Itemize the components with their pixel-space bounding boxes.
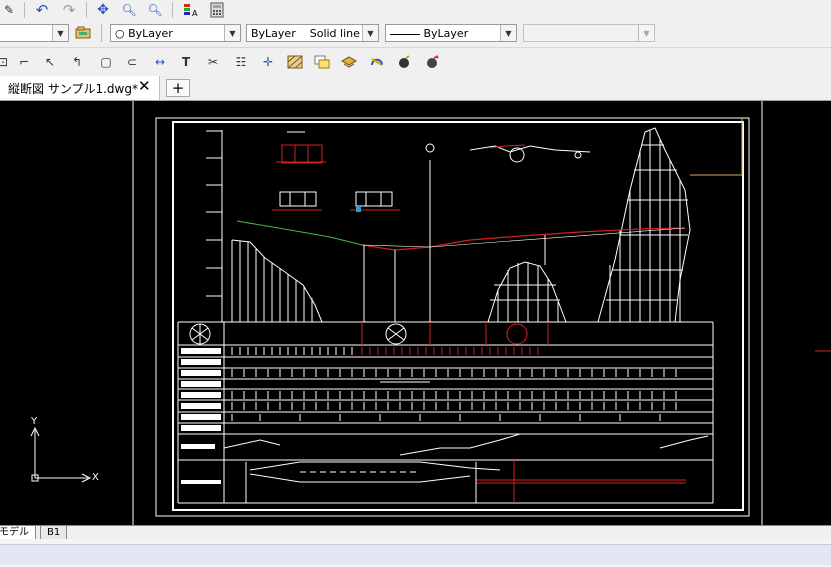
linetype-name-text: Solid line xyxy=(309,27,360,40)
dimension-icon[interactable]: ⊡ xyxy=(0,54,10,70)
chevron-down-icon[interactable]: ▼ xyxy=(500,25,516,41)
tab-model[interactable]: モデル xyxy=(0,526,36,540)
document-tab-label: 縦断図 サンプル1.dwg* xyxy=(8,82,138,96)
ucs-x-label: X xyxy=(92,472,99,483)
linetype-combo[interactable]: ByLayer Solid line ▼ xyxy=(246,24,379,42)
document-tab[interactable]: 縦断図 サンプル1.dwg* ✕ xyxy=(0,76,160,100)
chevron-down-icon[interactable]: ▼ xyxy=(362,25,378,41)
leader-icon[interactable]: ✂ xyxy=(205,54,221,70)
bomb-icon[interactable] xyxy=(396,54,412,70)
rotate-icon[interactable] xyxy=(368,54,386,70)
separator xyxy=(101,24,102,42)
properties-toolbar: ▼ ○ ByLayer ▼ ByLayer Solid line ▼ ByLay… xyxy=(0,20,831,48)
new-tab-button[interactable]: + xyxy=(166,79,190,97)
layout-tab-bar: モデル B1 xyxy=(0,525,831,540)
layer-icon[interactable] xyxy=(340,54,358,70)
chevron-down-icon: ▼ xyxy=(638,25,654,41)
color-combo-text: ByLayer xyxy=(128,27,173,40)
terrain-left xyxy=(231,239,323,323)
center-dim-icon[interactable]: ▢ xyxy=(98,54,114,70)
document-tab-bar: 縦断図 サンプル1.dwg* ✕ + xyxy=(0,76,831,101)
ground-line xyxy=(236,220,363,246)
circle-icon: ○ xyxy=(115,27,125,40)
chevron-down-icon[interactable]: ▼ xyxy=(52,25,68,41)
zoom-window-icon[interactable]: 🔍︎ xyxy=(146,1,164,19)
text-icon[interactable]: T xyxy=(178,54,194,70)
separator xyxy=(86,2,87,18)
color-combo[interactable]: ○ ByLayer ▼ xyxy=(110,24,241,42)
dimension-toolbar: ⊡ ⌐ ↖ ↰ ▢ ⊂ ↔ T ✂ ☷ ✛ xyxy=(0,48,831,77)
table-icon[interactable]: ☷ xyxy=(233,54,249,70)
lineweight-text: ByLayer xyxy=(423,27,469,40)
drawing-canvas[interactable]: Y X xyxy=(0,101,831,525)
jogged-dim-icon[interactable]: ↰ xyxy=(69,54,85,70)
calculator-icon[interactable] xyxy=(208,1,226,19)
row-ticks xyxy=(231,347,677,421)
terrain-right xyxy=(597,127,691,323)
linetype-combo-value: ByLayer Solid line xyxy=(251,27,360,40)
properties-icon[interactable]: A xyxy=(182,1,200,19)
coordinate-icon[interactable]: ✛ xyxy=(260,54,276,70)
layer-combo[interactable]: ▼ xyxy=(0,24,69,42)
plotstyle-combo[interactable]: ▼ xyxy=(523,24,655,42)
separator xyxy=(172,2,173,18)
layer-previous-icon[interactable] xyxy=(74,25,92,41)
lineweight-combo-value: ByLayer xyxy=(390,27,468,40)
line-sample-icon xyxy=(390,33,420,35)
arc-dim-icon[interactable]: ⌐ xyxy=(16,54,32,70)
close-icon[interactable]: ✕ xyxy=(138,77,151,95)
profile-table xyxy=(177,321,714,504)
tab-b1[interactable]: B1 xyxy=(40,526,68,540)
zoom-realtime-icon[interactable]: 🔍︎ xyxy=(120,1,138,19)
command-line[interactable] xyxy=(0,544,831,565)
radius-dim-icon[interactable]: ↖ xyxy=(42,54,58,70)
linetype-layer-text: ByLayer xyxy=(251,27,296,40)
baseline-dim-icon[interactable]: ↔ xyxy=(151,54,169,70)
pencil-icon[interactable]: ✎ xyxy=(0,1,18,19)
drawing-svg xyxy=(30,101,831,525)
explode-icon[interactable] xyxy=(424,54,440,70)
lineweight-combo[interactable]: ByLayer ▼ xyxy=(385,24,517,42)
hatch-icon[interactable] xyxy=(286,54,304,70)
terrain-middle xyxy=(487,261,567,323)
ucs-icon xyxy=(30,426,92,483)
frame-border xyxy=(172,121,744,511)
ucs-y-label: Y xyxy=(31,416,38,427)
elevation-scale xyxy=(206,130,223,322)
separator xyxy=(24,2,25,18)
block-icon[interactable] xyxy=(313,54,331,70)
command-line-area xyxy=(0,539,831,567)
redo-icon[interactable]: ↷ xyxy=(60,1,78,19)
color-combo-value: ○ ByLayer xyxy=(115,27,173,40)
svg-text:A: A xyxy=(192,9,198,18)
pan-icon[interactable]: ✥ xyxy=(94,1,112,19)
chevron-down-icon[interactable]: ▼ xyxy=(224,25,240,41)
standard-toolbar: ✎ ↶ ↷ ✥ 🔍︎ 🔍︎ A xyxy=(0,0,831,21)
continue-dim-icon[interactable]: ⊂ xyxy=(124,54,140,70)
undo-icon[interactable]: ↶ xyxy=(33,1,51,19)
